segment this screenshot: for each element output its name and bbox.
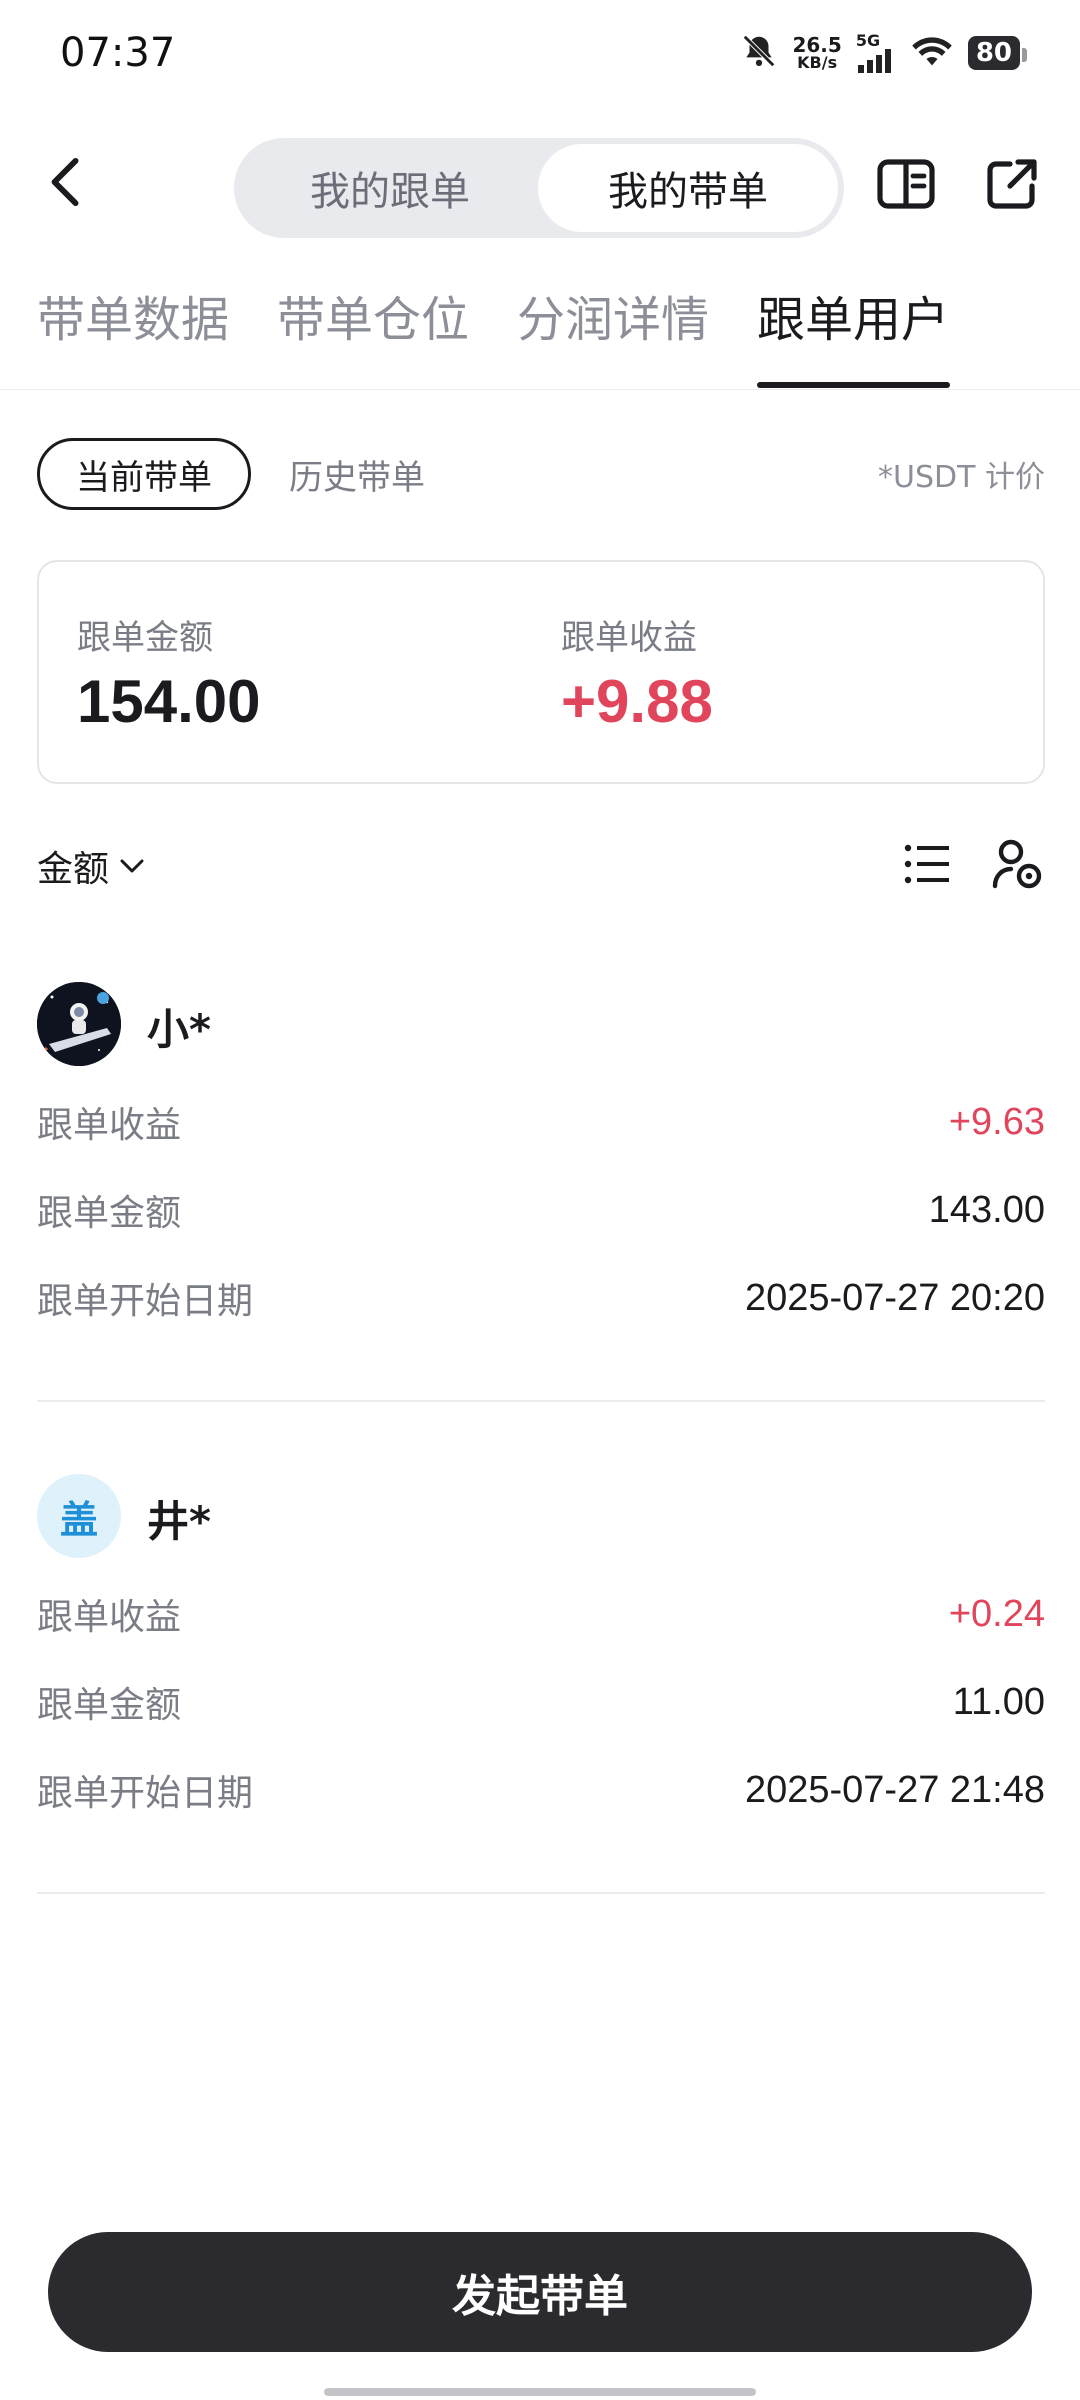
battery-indicator: 80 bbox=[967, 36, 1028, 70]
currency-note: *USDT 计价 bbox=[878, 460, 1045, 495]
filter-row: 当前带单 历史带单 *USDT 计价 bbox=[37, 438, 1045, 514]
status-time: 07:37 bbox=[60, 30, 176, 76]
follower-start-row: 跟单开始日期 2025-07-27 21:48 bbox=[37, 1768, 1045, 1815]
cellular-signal-icon: 5G bbox=[856, 33, 896, 73]
status-bar: 07:37 26.5 KB/s 5G 80 bbox=[0, 0, 1080, 110]
follower-profit-value: +9.63 bbox=[948, 1100, 1045, 1143]
sort-dropdown[interactable]: 金额 bbox=[37, 840, 145, 892]
bell-muted-icon bbox=[740, 32, 778, 74]
list-icon bbox=[904, 844, 949, 884]
chevron-down-icon bbox=[120, 859, 144, 873]
follower-amount-value: 143.00 bbox=[928, 1188, 1045, 1231]
home-indicator[interactable] bbox=[324, 2388, 756, 2396]
follower-name: 井* bbox=[147, 1497, 211, 1546]
follower-amount-row: 跟单金额 143.00 bbox=[37, 1188, 1045, 1235]
network-speed: 26.5 KB/s bbox=[792, 33, 842, 72]
sort-label: 金额 bbox=[37, 849, 110, 890]
avatar: 盖 bbox=[37, 1474, 121, 1558]
list-view-button[interactable] bbox=[899, 836, 955, 892]
sort-row: 金额 bbox=[37, 830, 1045, 896]
user-settings-button[interactable] bbox=[989, 836, 1045, 892]
summary-amount-label: 跟单金额 bbox=[77, 618, 213, 658]
chevron-left-icon bbox=[51, 157, 79, 207]
share-button[interactable] bbox=[980, 152, 1044, 216]
follower-amount-value: 11.00 bbox=[952, 1680, 1045, 1723]
follower-card[interactable]: 小* 跟单收益 +9.63 跟单金额 143.00 跟单开始日期 2025-07… bbox=[37, 982, 1045, 1342]
follower-card[interactable]: 盖 井* 跟单收益 +0.24 跟单金额 11.00 跟单开始日期 2025-0… bbox=[37, 1474, 1045, 1834]
active-tab-indicator bbox=[757, 382, 950, 388]
copy-trade-segment-control: 我的跟单 我的带单 bbox=[234, 138, 844, 238]
summary-profit-label: 跟单收益 bbox=[561, 618, 697, 658]
summary-amount-value: 154.00 bbox=[77, 668, 261, 735]
share-icon bbox=[987, 159, 1037, 209]
summary-card: 跟单金额 154.00 跟单收益 +9.88 bbox=[37, 560, 1045, 784]
follower-start-value: 2025-07-27 21:48 bbox=[744, 1768, 1045, 1811]
follower-profit-row: 跟单收益 +0.24 bbox=[37, 1592, 1045, 1639]
status-icons: 26.5 KB/s 5G 80 bbox=[740, 32, 1028, 74]
start-lead-button[interactable]: 发起带单 bbox=[48, 2232, 1032, 2352]
tab-lead-data[interactable]: 带单数据 bbox=[37, 280, 229, 350]
tab-lead-positions[interactable]: 带单仓位 bbox=[277, 280, 469, 350]
back-button[interactable] bbox=[36, 152, 96, 212]
follower-profit-value: +0.24 bbox=[948, 1592, 1045, 1635]
divider bbox=[37, 1892, 1045, 1894]
follower-name: 小* bbox=[147, 1005, 211, 1054]
guide-book-button[interactable] bbox=[874, 152, 938, 216]
user-settings-icon bbox=[992, 839, 1042, 889]
top-header: 我的跟单 我的带单 bbox=[0, 130, 1080, 240]
tab-bar: 带单数据 带单仓位 分润详情 跟单用户 bbox=[0, 280, 1080, 390]
segment-my-following[interactable]: 我的跟单 bbox=[240, 144, 540, 232]
divider bbox=[37, 1400, 1045, 1402]
avatar bbox=[37, 982, 121, 1066]
tab-followers[interactable]: 跟单用户 bbox=[757, 280, 949, 350]
segment-my-leading[interactable]: 我的带单 bbox=[538, 144, 838, 232]
follower-header: 盖 井* bbox=[37, 1474, 1045, 1560]
astronaut-avatar-icon bbox=[37, 982, 121, 1066]
wifi-icon bbox=[910, 33, 954, 73]
book-icon bbox=[877, 159, 935, 209]
summary-amount: 跟单金额 154.00 bbox=[77, 610, 261, 736]
follower-start-value: 2025-07-27 20:20 bbox=[744, 1276, 1045, 1319]
tab-profit-share[interactable]: 分润详情 bbox=[517, 280, 709, 350]
follower-start-row: 跟单开始日期 2025-07-27 20:20 bbox=[37, 1276, 1045, 1323]
summary-profit-value: +9.88 bbox=[561, 668, 713, 735]
follower-header: 小* bbox=[37, 982, 1045, 1068]
follower-amount-row: 跟单金额 11.00 bbox=[37, 1680, 1045, 1727]
follower-profit-row: 跟单收益 +9.63 bbox=[37, 1100, 1045, 1147]
summary-profit: 跟单收益 +9.88 bbox=[561, 610, 713, 736]
filter-current-lead[interactable]: 当前带单 bbox=[37, 438, 251, 510]
filter-history-lead[interactable]: 历史带单 bbox=[289, 438, 425, 510]
